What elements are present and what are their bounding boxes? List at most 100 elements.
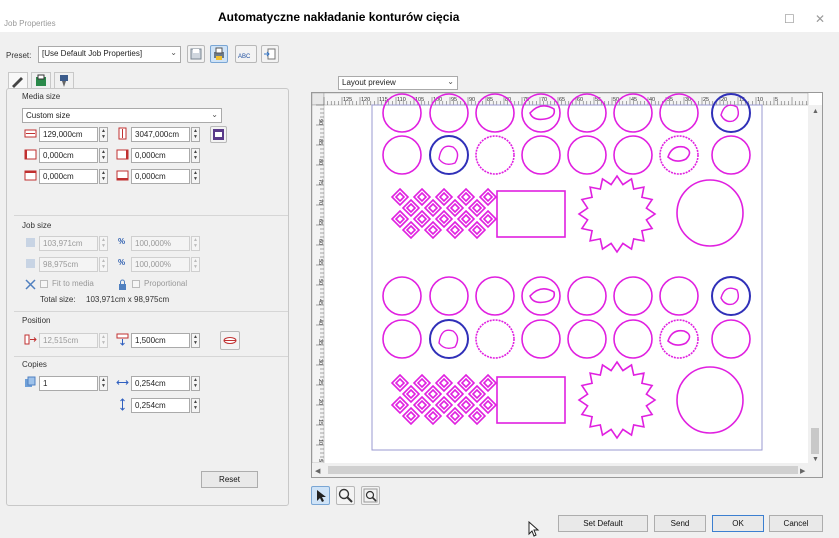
copies-heading: Copies (22, 360, 47, 369)
ruler-tick-label: 70 (541, 97, 547, 103)
pointer-icon (317, 490, 326, 502)
zoom-tool-button[interactable] (336, 486, 355, 505)
margin-top-field[interactable]: 0,000cm (39, 169, 98, 184)
print-preset-button[interactable] (210, 45, 228, 63)
total-size-label: Total size: (40, 295, 76, 304)
job-height-field[interactable]: 98,975cm (39, 257, 98, 272)
job-width-stepper[interactable]: ▲ ▼ (99, 236, 108, 251)
save-icon (190, 48, 202, 60)
ruler-tick-label: 110 (397, 97, 406, 103)
job-width-percent-field[interactable]: 100,000% (131, 236, 190, 251)
media-size-dropdown[interactable]: Custom size ⌄ (22, 108, 222, 123)
ruler-tick-label: 10 (317, 439, 323, 445)
tab-cut[interactable] (54, 72, 74, 89)
job-width-field[interactable]: 103,971cm (39, 236, 98, 251)
ruler-tick-label: 20 (317, 399, 323, 405)
ruler-tick-label: 25 (317, 379, 323, 385)
job-size-heading: Job size (22, 221, 52, 230)
preset-dropdown[interactable]: [Use Default Job Properties] ⌄ (38, 46, 181, 63)
preset-value: [Use Default Job Properties] (42, 49, 143, 58)
preview-mode-dropdown[interactable]: Layout preview ⌄ (338, 76, 458, 90)
margin-right-stepper[interactable]: ▲ ▼ (191, 148, 200, 163)
percent-icon: % (118, 258, 126, 267)
fit-icon (25, 279, 36, 290)
horizontal-gap-field[interactable]: 0,254cm (131, 376, 190, 391)
reset-button[interactable]: Reset (201, 471, 258, 488)
margin-left-stepper[interactable]: ▲ ▼ (99, 148, 108, 163)
media-preset-button[interactable] (210, 126, 227, 143)
total-size-value: 103,971cm x 98,975cm (86, 295, 170, 304)
abc-button[interactable]: ABC (235, 45, 257, 63)
ruler-tick-label: 85 (317, 139, 323, 145)
margin-bottom-field[interactable]: 0,000cm (131, 169, 190, 184)
zoom-fit-button[interactable] (361, 486, 380, 505)
scroll-up-icon: ▲ (812, 108, 819, 115)
position-y-stepper[interactable]: ▲ ▼ (191, 333, 200, 348)
vertical-gap-icon (120, 398, 125, 411)
ruler-tick-label: 95 (451, 97, 457, 103)
tab-output[interactable] (31, 72, 51, 89)
horizontal-gap-stepper[interactable]: ▲ ▼ (191, 376, 200, 391)
position-y-field[interactable]: 1,500cm (131, 333, 190, 348)
ruler-tick-label: 55 (317, 259, 323, 265)
media-height-stepper[interactable]: ▲ ▼ (191, 127, 200, 142)
export-button[interactable] (261, 45, 279, 63)
ruler-tick-label: 125 (343, 97, 352, 103)
pointer-tool-button[interactable] (311, 486, 330, 505)
vertical-gap-field[interactable]: 0,254cm (131, 398, 190, 413)
media-height-field[interactable]: 3047,000cm (131, 127, 190, 142)
vertical-gap-stepper[interactable]: ▲ ▼ (191, 398, 200, 413)
margin-bottom-icon (116, 170, 129, 181)
save-preset-button[interactable] (187, 45, 205, 63)
ruler-tick-label: 25 (703, 97, 709, 103)
position-x-field[interactable]: 12,515cm (39, 333, 98, 348)
layout-preview[interactable]: 125 120 115 110 105 100 95 90 85 80 75 70 65 60 55 50 45… (311, 92, 823, 478)
margin-bottom-stepper[interactable]: ▲ ▼ (191, 169, 200, 184)
width-icon (24, 129, 37, 138)
chevron-down-icon: ⌄ (170, 48, 177, 57)
mouse-cursor-icon (528, 521, 540, 537)
preview-canvas[interactable]: 125 120 115 110 105 100 95 90 85 80 75 70 65 60 55 50 45… (311, 92, 822, 477)
scroll-thumb (328, 466, 798, 474)
ruler-tick-label: 120 (361, 97, 370, 103)
margin-left-field[interactable]: 0,000cm (39, 148, 98, 163)
ruler-tick-label: 60 (577, 97, 583, 103)
vertical-scrollbar[interactable]: ▲ ▼ (808, 105, 822, 463)
job-height-percent-stepper[interactable]: ▲ ▼ (191, 257, 200, 272)
preview-mode-value: Layout preview (342, 78, 396, 87)
copies-count-stepper[interactable]: ▲ ▼ (99, 376, 108, 391)
fit-to-media-checkbox[interactable] (40, 280, 48, 288)
cancel-button[interactable]: Cancel (769, 515, 823, 532)
close-icon[interactable]: ✕ (815, 12, 825, 26)
horizontal-scrollbar[interactable]: ◀ ▶ (312, 463, 822, 477)
media-width-field[interactable]: 129,000cm (39, 127, 98, 142)
media-width-stepper[interactable]: ▲ ▼ (99, 127, 108, 142)
send-button[interactable]: Send (654, 515, 706, 532)
svg-text:ABC: ABC (238, 54, 251, 60)
copies-icon (25, 376, 36, 387)
margin-top-stepper[interactable]: ▲ ▼ (99, 169, 108, 184)
ruler-tick-label: 80 (317, 159, 323, 165)
zoom-in-icon (338, 488, 353, 503)
ruler-tick-label: 45 (631, 97, 637, 103)
set-default-button[interactable]: Set Default (558, 515, 648, 532)
horizontal-gap-icon (116, 380, 129, 385)
job-height-stepper[interactable]: ▲ ▼ (99, 257, 108, 272)
media-size-option: Custom size (26, 111, 71, 120)
fit-to-media-label: Fit to media (52, 279, 94, 288)
proportional-checkbox[interactable] (132, 280, 140, 288)
center-position-button[interactable] (220, 331, 240, 350)
job-width-percent-stepper[interactable]: ▲ ▼ (191, 236, 200, 251)
ruler-tick-label: 75 (317, 179, 323, 185)
maximize-icon[interactable]: ☐ (784, 12, 795, 26)
left-ruler: 90 85 80 75 70 65 60 55 50 45 40 35 30 25 20 15 10 5 (311, 104, 325, 464)
ruler-tick-label: 40 (317, 319, 323, 325)
ok-button[interactable]: OK (712, 515, 764, 532)
margin-right-field[interactable]: 0,000cm (131, 148, 190, 163)
job-height-percent-field[interactable]: 100,000% (131, 257, 190, 272)
ruler-corner (311, 92, 325, 106)
copies-count-field[interactable]: 1 (39, 376, 98, 391)
ruler-tick-label: 65 (559, 97, 565, 103)
position-x-stepper[interactable]: ▲ ▼ (99, 333, 108, 348)
divider (14, 215, 288, 216)
